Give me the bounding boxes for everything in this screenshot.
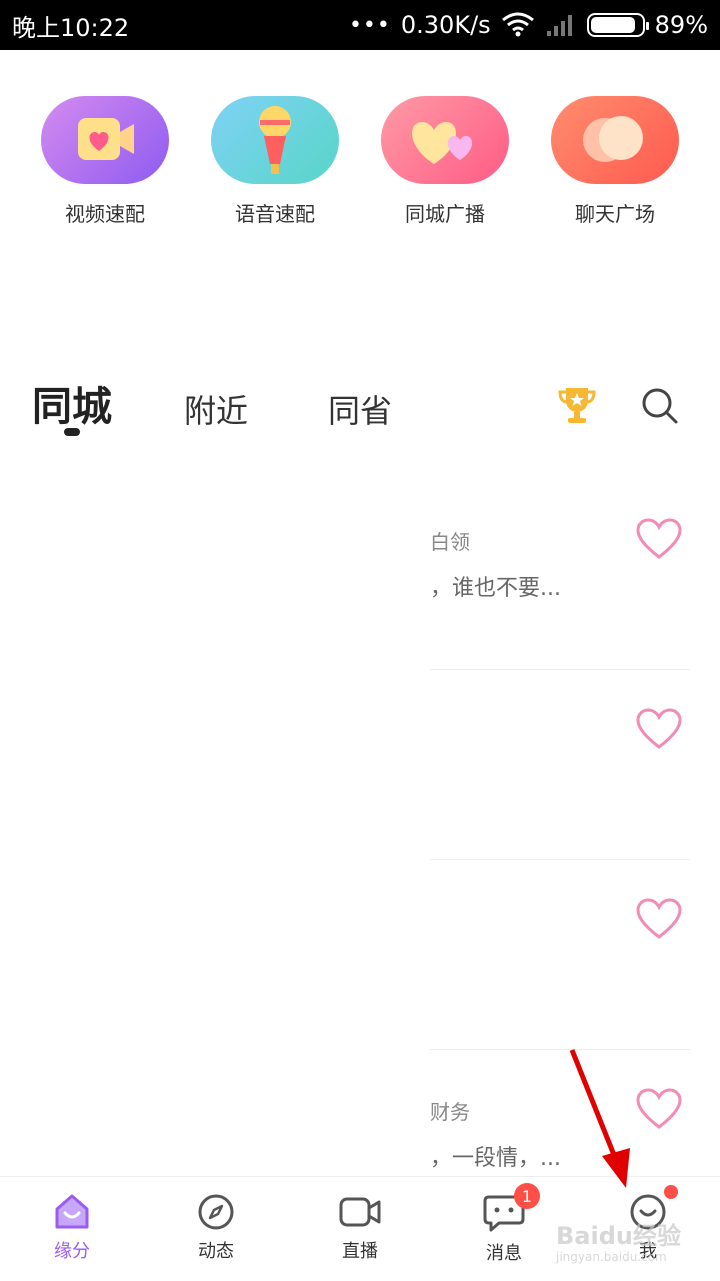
- video-camera-icon: [339, 1197, 381, 1227]
- list-item[interactable]: [430, 670, 690, 860]
- list-item[interactable]: [430, 860, 690, 1050]
- filter-tabs: 同城 附近 同省: [0, 372, 720, 442]
- status-right: ••• 0.30K/s 89%: [349, 11, 708, 39]
- status-bar: 晚上10:22 ••• 0.30K/s 89%: [0, 0, 720, 50]
- tab-indicator: [64, 428, 80, 436]
- quick-voice-match[interactable]: 语音速配: [205, 96, 345, 227]
- nav-fate[interactable]: 缘分: [0, 1177, 144, 1281]
- user-signature: ，一段情，...: [430, 1146, 561, 1171]
- compass-icon: [198, 1194, 234, 1230]
- tab-same-city[interactable]: 同城: [32, 374, 112, 432]
- me-dot-badge: [664, 1185, 678, 1199]
- quick-city-broadcast[interactable]: 同城广播: [375, 96, 515, 227]
- quick-label: 聊天广场: [575, 202, 655, 226]
- quick-chat-square[interactable]: 聊天广场: [545, 96, 685, 227]
- signal-icon: [546, 15, 572, 36]
- nav-messages[interactable]: 1 消息: [432, 1177, 576, 1281]
- user-signature: ，谁也不要...: [430, 576, 561, 601]
- chat-bubbles-icon: [551, 96, 679, 184]
- trophy-icon[interactable]: [556, 384, 598, 426]
- hearts-icon: [381, 96, 509, 184]
- microphone-icon: [211, 96, 339, 184]
- nav-label: 直播: [342, 1241, 378, 1262]
- quick-label: 同城广播: [405, 202, 485, 226]
- battery-percent: 89%: [654, 11, 708, 39]
- heart-icon[interactable]: [636, 518, 682, 560]
- heart-icon[interactable]: [636, 1088, 682, 1130]
- message-badge: 1: [514, 1183, 540, 1209]
- video-match-icon: [41, 96, 169, 184]
- heart-icon[interactable]: [636, 898, 682, 940]
- tab-nearby[interactable]: 附近: [184, 386, 248, 432]
- watermark: Baidu经验: [556, 1222, 681, 1250]
- quick-label: 语音速配: [235, 202, 315, 226]
- list-item[interactable]: 白领 ，谁也不要...: [430, 480, 690, 670]
- quick-label: 视频速配: [65, 202, 145, 226]
- user-tag: 白领: [430, 530, 470, 554]
- user-tag: 财务: [430, 1100, 470, 1124]
- search-icon[interactable]: [640, 386, 680, 426]
- tab-same-province[interactable]: 同省: [328, 386, 392, 432]
- nav-label: 缘分: [54, 1241, 90, 1262]
- heart-icon[interactable]: [636, 708, 682, 750]
- nav-label: 消息: [486, 1243, 522, 1264]
- watermark-url: jingyan.baidu.com: [556, 1250, 667, 1264]
- status-dots: •••: [348, 12, 391, 38]
- battery-icon: [586, 13, 649, 37]
- nav-label: 动态: [198, 1241, 234, 1262]
- quick-entries: 视频速配 语音速配 同城广播 聊天广场: [0, 96, 720, 227]
- home-icon: [55, 1194, 89, 1229]
- nav-live[interactable]: 直播: [288, 1177, 432, 1281]
- network-speed: 0.30K/s: [400, 11, 491, 39]
- wifi-icon: [501, 12, 534, 37]
- nav-moments[interactable]: 动态: [144, 1177, 288, 1281]
- quick-video-match[interactable]: 视频速配: [35, 96, 175, 227]
- status-time: 晚上10:22: [12, 13, 130, 42]
